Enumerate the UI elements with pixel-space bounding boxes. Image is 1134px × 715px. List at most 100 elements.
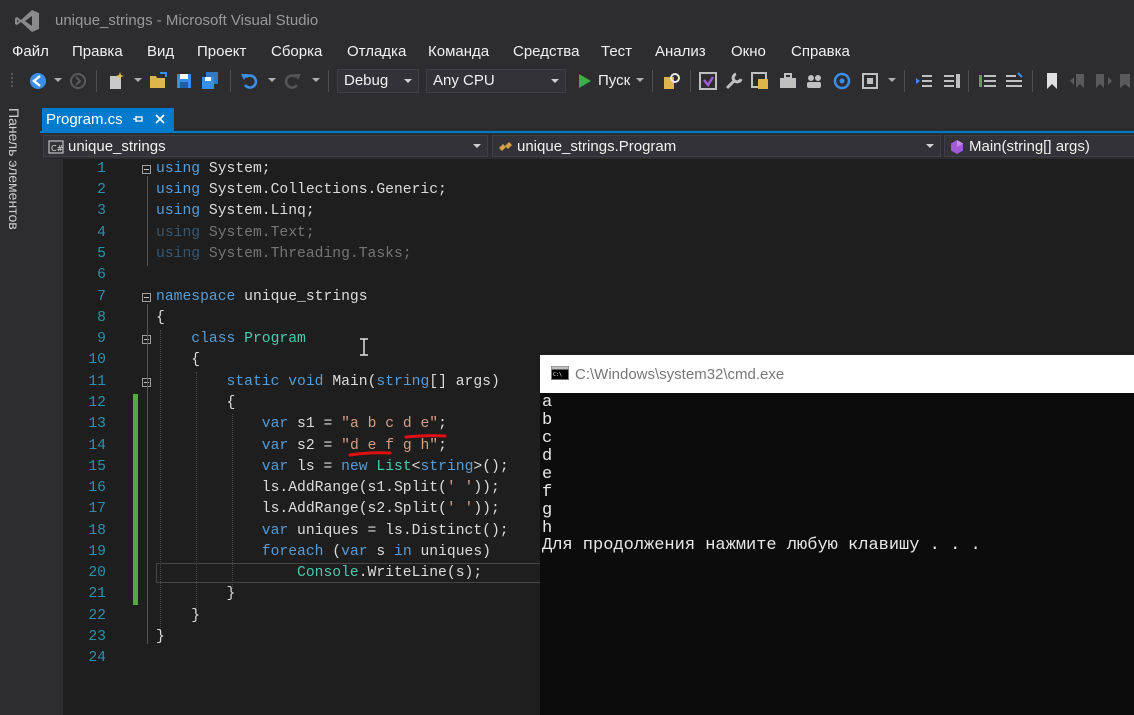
menu-edit[interactable]: Правка: [72, 43, 123, 60]
class-view-icon[interactable]: [860, 71, 880, 91]
menu-help[interactable]: Справка: [791, 43, 850, 60]
toolbox-icon[interactable]: [778, 71, 798, 91]
line-number: 4: [97, 225, 106, 241]
line-number: 16: [88, 480, 106, 496]
toolbar-separator: [96, 70, 97, 92]
code-line[interactable]: using System.Threading.Tasks;: [156, 246, 412, 262]
open-file-icon[interactable]: [148, 71, 168, 91]
console-title-bar[interactable]: C:\ C:\Windows\system32\cmd.exe: [540, 355, 1134, 393]
toolbar-separator: [328, 70, 329, 92]
undo-icon[interactable]: [240, 71, 260, 91]
code-line[interactable]: {: [156, 395, 236, 411]
line-number: 17: [88, 501, 106, 517]
menu-build[interactable]: Сборка: [271, 43, 322, 60]
code-line[interactable]: var ls = new List<string>();: [156, 459, 509, 475]
console-window[interactable]: C:\ C:\Windows\system32\cmd.exe a b c d …: [540, 355, 1134, 715]
tab-program-cs[interactable]: Program.cs: [42, 108, 174, 131]
next-bookmark-icon[interactable]: [1094, 71, 1114, 91]
toolbar-separator: [690, 70, 691, 92]
solution-platform-select[interactable]: Any CPU: [426, 69, 566, 93]
comment-out-icon[interactable]: [978, 71, 998, 91]
code-line[interactable]: class Program: [156, 331, 306, 347]
window-title: unique_strings - Microsoft Visual Studio: [55, 12, 319, 29]
code-line[interactable]: foreach (var s in uniques): [156, 544, 491, 560]
start-debugging-play-icon[interactable]: [574, 71, 594, 91]
code-line[interactable]: ls.AddRange(s1.Split(' '));: [156, 480, 500, 496]
collapse-region-icon[interactable]: [142, 165, 151, 174]
new-project-icon[interactable]: [106, 71, 126, 91]
project-dropdown[interactable]: C# unique_strings: [43, 135, 488, 157]
menu-file[interactable]: Файл: [12, 43, 49, 60]
line-number: 24: [88, 650, 106, 666]
save-icon[interactable]: [174, 71, 194, 91]
redo-dropdown-icon[interactable]: [312, 78, 320, 82]
clear-bookmarks-icon[interactable]: [1118, 71, 1134, 91]
uncomment-icon[interactable]: [1004, 71, 1024, 91]
class-dropdown[interactable]: unique_strings.Program: [492, 135, 941, 157]
pin-tab-icon[interactable]: [132, 113, 144, 125]
code-line[interactable]: using System.Linq;: [156, 203, 315, 219]
toolbar-options-dropdown-icon[interactable]: [888, 78, 896, 82]
start-button-label[interactable]: Пуск: [598, 72, 630, 89]
previous-bookmark-icon[interactable]: [1068, 71, 1088, 91]
menu-project[interactable]: Проект: [197, 43, 246, 60]
line-number: 2: [97, 182, 106, 198]
code-line[interactable]: {: [156, 310, 165, 326]
toolbar-separator: [1032, 70, 1033, 92]
undo-dropdown-icon[interactable]: [268, 78, 276, 82]
menu-window[interactable]: Окно: [731, 43, 766, 60]
code-line[interactable]: }: [156, 586, 236, 602]
new-project-dropdown-icon[interactable]: [134, 78, 142, 82]
menu-bar: Файл Правка Вид Проект Сборка Отладка Ко…: [0, 40, 1134, 66]
code-line[interactable]: using System.Text;: [156, 225, 315, 241]
code-line[interactable]: }: [156, 608, 200, 624]
start-dropdown-icon[interactable]: [636, 78, 644, 82]
member-dropdown[interactable]: Main(string[] args): [944, 135, 1134, 157]
code-line[interactable]: static void Main(string[] args): [156, 374, 500, 390]
collapse-region-icon[interactable]: [142, 293, 151, 302]
command-prompt-icon: C:\: [551, 366, 569, 380]
menu-debug[interactable]: Отладка: [347, 43, 406, 60]
navigate-forward-icon[interactable]: [68, 71, 88, 91]
browser-link-icon[interactable]: [698, 71, 718, 91]
team-explorer-icon[interactable]: [804, 71, 824, 91]
code-line[interactable]: {: [156, 352, 200, 368]
redo-icon[interactable]: [282, 71, 302, 91]
code-line[interactable]: using System;: [156, 161, 271, 177]
outdent-icon[interactable]: [914, 71, 934, 91]
console-output-line: b: [542, 411, 553, 430]
indent-icon[interactable]: [942, 71, 962, 91]
code-line[interactable]: using System.Collections.Generic;: [156, 182, 447, 198]
code-line[interactable]: Console.WriteLine(s);: [156, 565, 482, 581]
toolbox-panel-tab[interactable]: Панель элементов: [2, 104, 30, 244]
wrench-icon[interactable]: [724, 71, 744, 91]
menu-view[interactable]: Вид: [147, 43, 174, 60]
line-number: 13: [88, 416, 106, 432]
code-line[interactable]: namespace unique_strings: [156, 289, 368, 305]
code-line[interactable]: ls.AddRange(s2.Split(' '));: [156, 501, 500, 517]
line-number: 21: [88, 586, 106, 602]
svg-text:C:\: C:\: [553, 372, 562, 378]
visual-studio-logo-icon: [15, 10, 39, 32]
csharp-project-icon: C#: [48, 140, 64, 154]
line-number: 14: [88, 438, 106, 454]
solution-explorer-icon[interactable]: [750, 71, 770, 91]
bookmark-icon[interactable]: [1042, 71, 1062, 91]
tab-label: Program.cs: [46, 111, 123, 128]
back-dropdown-icon[interactable]: [54, 78, 62, 82]
close-tab-icon[interactable]: [154, 113, 166, 125]
save-all-icon[interactable]: [200, 71, 220, 91]
menu-test[interactable]: Тест: [601, 43, 632, 60]
console-output-line: c: [542, 429, 553, 448]
code-line[interactable]: var uniques = ls.Distinct();: [156, 523, 509, 539]
object-browser-icon[interactable]: [832, 71, 852, 91]
menu-analyze[interactable]: Анализ: [655, 43, 706, 60]
menu-tools[interactable]: Средства: [513, 43, 579, 60]
navigate-back-icon[interactable]: [28, 71, 48, 91]
line-number: 12: [88, 395, 106, 411]
solution-configuration-select[interactable]: Debug: [337, 69, 419, 93]
line-number: 9: [97, 331, 106, 347]
find-in-files-icon[interactable]: [662, 71, 682, 91]
menu-team[interactable]: Команда: [428, 43, 489, 60]
code-line[interactable]: }: [156, 629, 165, 645]
